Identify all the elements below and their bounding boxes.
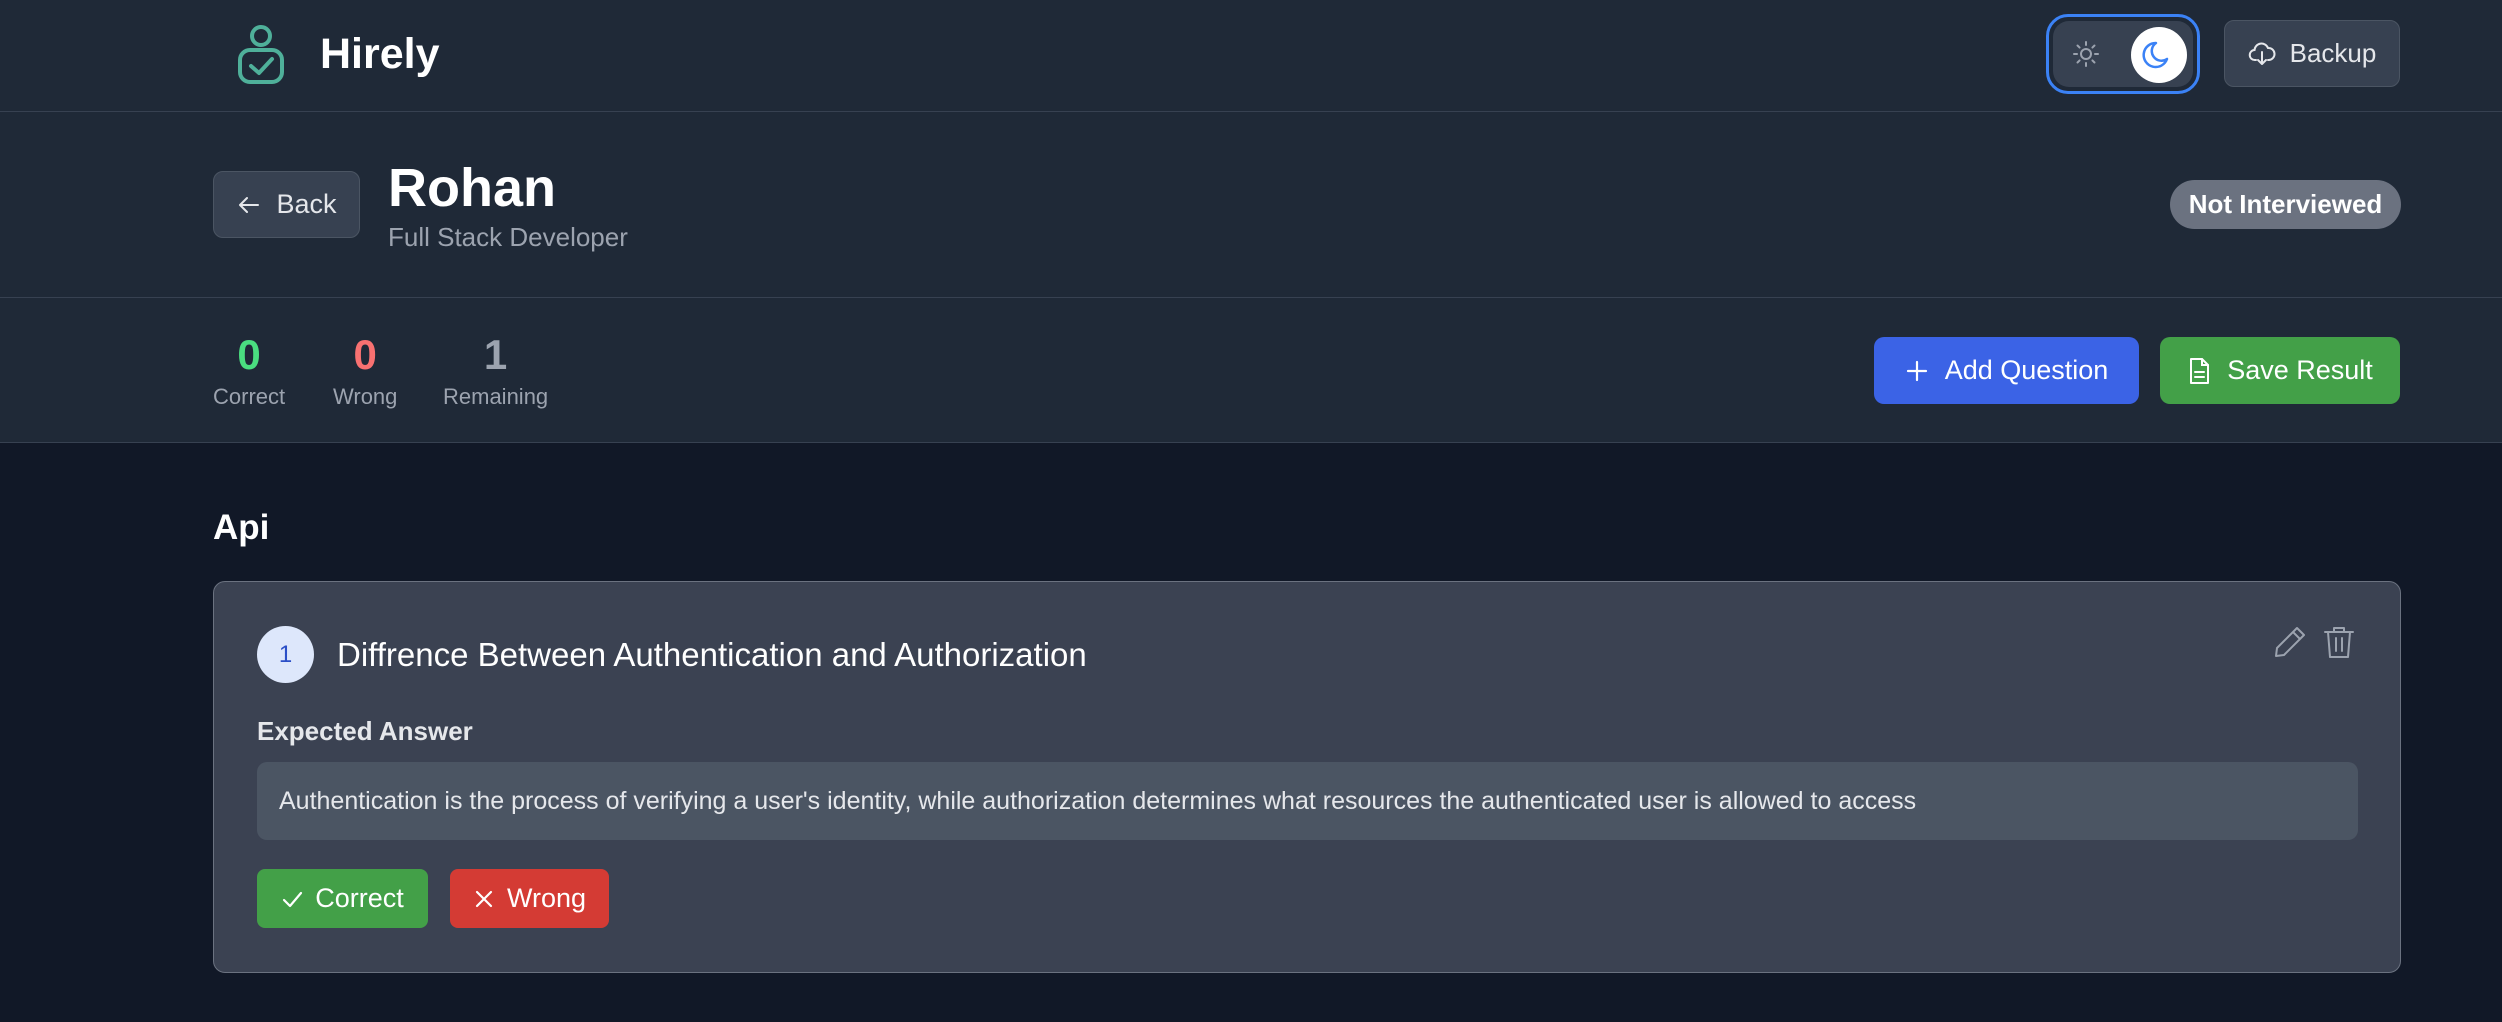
- plus-icon: [1905, 359, 1929, 383]
- x-icon: [473, 888, 495, 910]
- stat-correct-value: 0: [237, 331, 261, 378]
- expected-answer-box: Authentication is the process of verifyi…: [257, 762, 2358, 840]
- stat-remaining-label: Remaining: [443, 384, 549, 409]
- trash-icon[interactable]: [2322, 624, 2356, 660]
- add-question-button[interactable]: Add Question: [1874, 337, 2139, 404]
- mark-wrong-button[interactable]: Wrong: [450, 869, 609, 928]
- stat-wrong-label: Wrong: [333, 384, 398, 409]
- moon-icon[interactable]: [2131, 27, 2187, 83]
- arrow-left-icon: [236, 192, 262, 218]
- stat-wrong-value: 0: [353, 331, 377, 378]
- top-bar: Hirely Backup: [0, 0, 2502, 112]
- edit-icon[interactable]: [2272, 624, 2308, 660]
- candidate-header: Back Rohan Full Stack Developer Not Inte…: [0, 112, 2502, 298]
- expected-answer-label: Expected Answer: [257, 716, 473, 746]
- save-result-label: Save Result: [2227, 355, 2373, 385]
- cloud-download-icon: [2248, 40, 2276, 68]
- stat-correct-label: Correct: [213, 384, 286, 409]
- question-card: 1 Diffrence Between Authentication and A…: [213, 581, 2401, 973]
- save-result-button[interactable]: Save Result: [2160, 337, 2400, 404]
- question-number: 1: [257, 626, 314, 683]
- stat-wrong: 0 Wrong: [333, 332, 397, 412]
- add-question-label: Add Question: [1944, 355, 2109, 385]
- back-label: Back: [276, 189, 337, 219]
- mark-correct-button[interactable]: Correct: [257, 869, 428, 928]
- stats-bar: 0 Correct 0 Wrong 1 Remaining Add Questi…: [0, 298, 2502, 443]
- theme-toggle[interactable]: [2046, 14, 2200, 94]
- status-badge: Not Interviewed: [2170, 180, 2401, 229]
- stat-remaining: 1 Remaining: [443, 332, 548, 412]
- document-icon: [2187, 357, 2211, 385]
- expected-answer-text: Authentication is the process of verifyi…: [279, 786, 1917, 815]
- wrong-label: Wrong: [506, 883, 587, 913]
- backup-button[interactable]: Backup: [2224, 20, 2400, 87]
- app-name: Hirely: [320, 30, 440, 78]
- back-button[interactable]: Back: [213, 171, 360, 238]
- correct-label: Correct: [315, 883, 404, 913]
- candidate-name: Rohan: [388, 158, 556, 218]
- question-text: Diffrence Between Authentication and Aut…: [337, 636, 1087, 673]
- section-title: Api: [213, 508, 270, 547]
- backup-label: Backup: [2289, 38, 2377, 68]
- stat-remaining-value: 1: [483, 331, 508, 378]
- sun-icon[interactable]: [2071, 39, 2101, 69]
- candidate-role: Full Stack Developer: [388, 222, 628, 252]
- check-icon: [281, 888, 303, 910]
- stat-correct: 0 Correct: [213, 332, 285, 412]
- logo-icon: [236, 22, 286, 86]
